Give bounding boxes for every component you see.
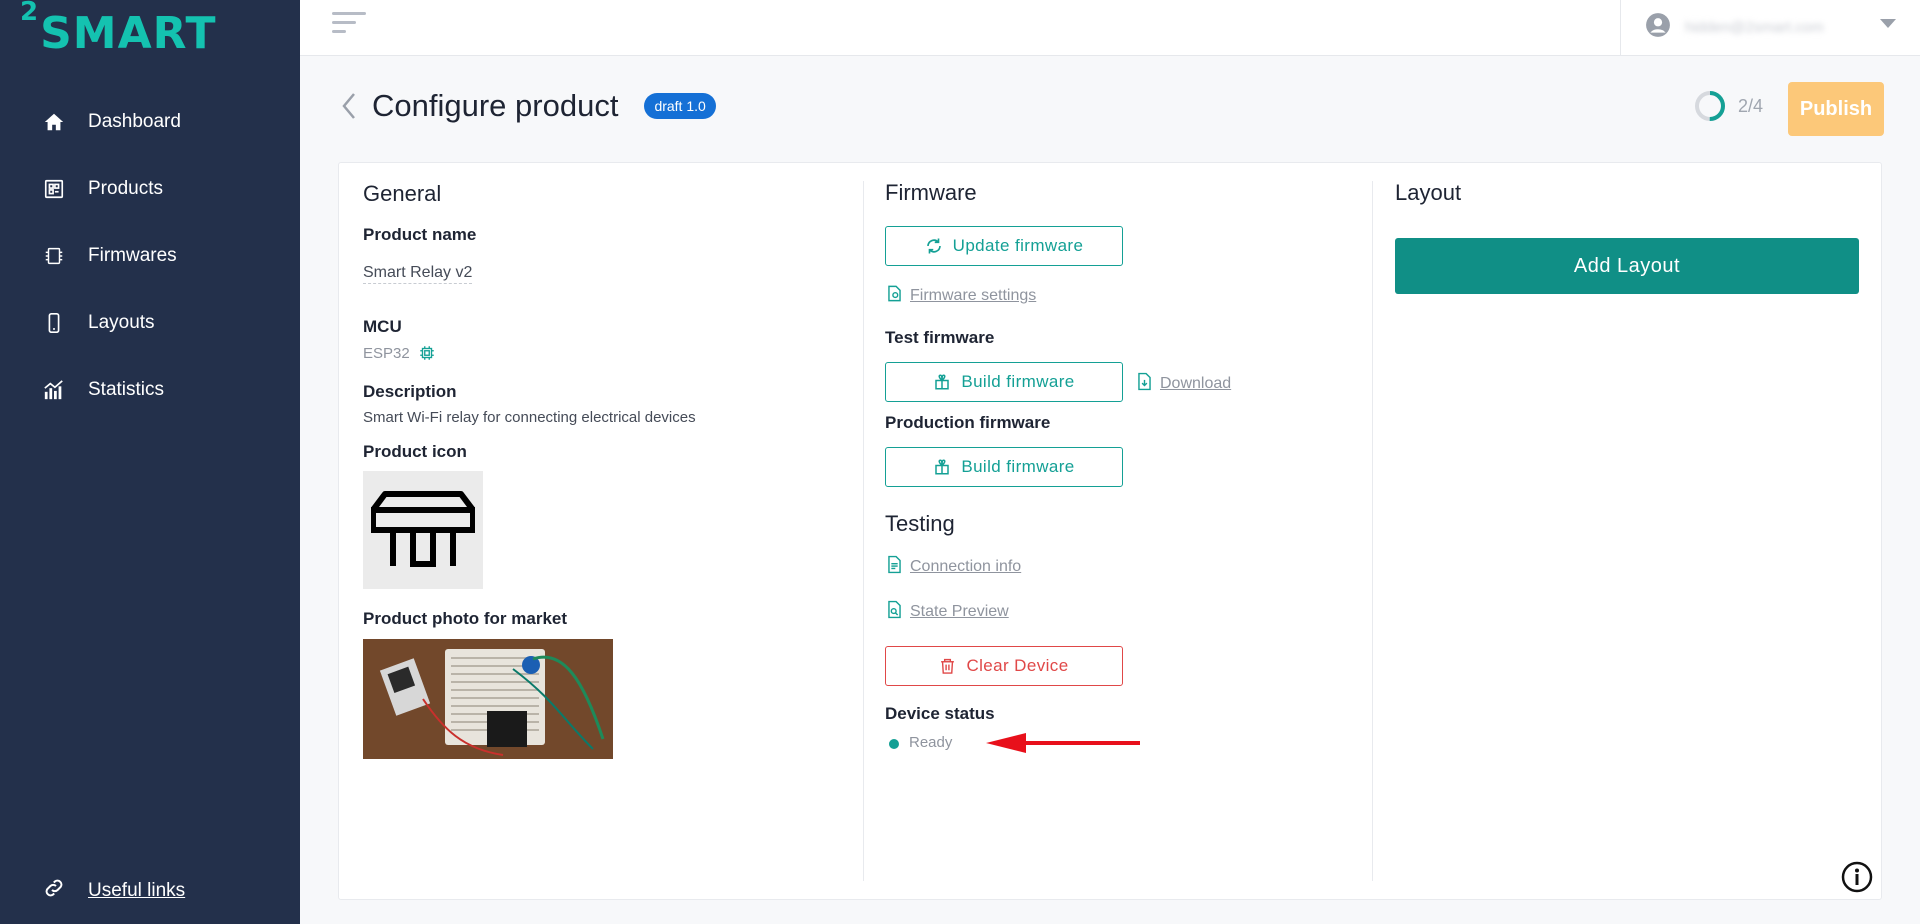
progress-indicator: 2/4 xyxy=(1694,90,1763,122)
chevron-down-icon[interactable] xyxy=(1880,19,1896,28)
clear-device-label: Clear Device xyxy=(966,656,1069,675)
sidebar-item-label: Firmwares xyxy=(88,244,177,266)
build-firmware-label: Build firmware xyxy=(961,457,1075,476)
phone-icon xyxy=(42,311,66,335)
logo[interactable]: 2SMART xyxy=(20,0,217,59)
sidebar-item-label: Dashboard xyxy=(88,110,181,132)
mcu-value: ESP32 xyxy=(363,344,436,362)
statistics-icon xyxy=(42,378,66,402)
settings-file-icon xyxy=(885,284,904,308)
status-dot xyxy=(889,739,899,749)
download-label: Download xyxy=(1160,375,1232,392)
add-layout-button[interactable]: Add Layout xyxy=(1395,238,1859,294)
back-chevron-icon[interactable] xyxy=(340,88,364,124)
connection-info-label: Connection info xyxy=(910,558,1022,575)
products-icon xyxy=(42,177,66,201)
progress-text: 2/4 xyxy=(1738,95,1764,116)
info-icon[interactable] xyxy=(1841,861,1873,898)
refresh-icon xyxy=(925,237,943,255)
account-icon xyxy=(1645,12,1671,43)
state-preview-link[interactable]: State Preview xyxy=(885,599,1009,625)
sidebar-item-dashboard[interactable]: Dashboard xyxy=(0,88,300,155)
preview-file-icon xyxy=(885,599,904,625)
production-firmware-label: Production firmware xyxy=(885,413,1051,432)
product-photo-label: Product photo for market xyxy=(363,609,568,628)
build-test-firmware-button[interactable]: Build firmware xyxy=(885,362,1123,402)
firmware-settings-label: Firmware settings xyxy=(910,287,1037,304)
page-title: Configure product xyxy=(372,88,619,123)
sidebar-item-label: Products xyxy=(88,177,163,199)
product-name-value[interactable]: Smart Relay v2 xyxy=(363,264,473,284)
device-status-value: Ready xyxy=(909,734,953,751)
publish-button[interactable]: Publish xyxy=(1788,82,1884,136)
mcu-text: ESP32 xyxy=(363,344,410,362)
document-icon xyxy=(885,554,904,580)
description-value[interactable]: Smart Wi-Fi relay for connecting electri… xyxy=(363,409,696,426)
useful-links-label[interactable]: Useful links xyxy=(88,880,185,902)
download-link[interactable]: Download xyxy=(1135,371,1231,397)
firmware-title: Firmware xyxy=(885,180,977,205)
build-icon xyxy=(933,458,951,476)
sidebar-item-label: Layouts xyxy=(88,311,155,333)
topbar: hidden@2smart.com xyxy=(300,0,1920,56)
user-menu[interactable]: hidden@2smart.com xyxy=(1620,0,1920,55)
link-icon xyxy=(42,876,66,905)
page-header: Configure product draft 1.0 xyxy=(340,84,716,128)
build-firmware-label: Build firmware xyxy=(961,372,1075,391)
sidebar-item-firmwares[interactable]: Firmwares xyxy=(0,222,300,289)
column-divider xyxy=(863,181,864,881)
sidebar-item-label: Statistics xyxy=(88,378,165,400)
update-firmware-label: Update firmware xyxy=(952,236,1084,255)
build-production-firmware-button[interactable]: Build firmware xyxy=(885,447,1123,487)
test-firmware-label: Test firmware xyxy=(885,328,995,347)
download-file-icon xyxy=(1135,371,1154,397)
relay-icon xyxy=(371,491,475,567)
product-icon-tile[interactable] xyxy=(363,471,483,589)
description-label: Description xyxy=(363,382,457,401)
clear-device-button[interactable]: Clear Device xyxy=(885,646,1123,686)
layout-title: Layout xyxy=(1395,180,1462,205)
column-divider xyxy=(1372,181,1373,881)
firmware-settings-link[interactable]: Firmware settings xyxy=(885,284,1036,308)
build-icon xyxy=(933,373,951,391)
state-preview-label: State Preview xyxy=(910,603,1009,620)
product-name-label: Product name xyxy=(363,225,477,244)
sidebar: 2SMART Dashboard Products Firmwares Layo… xyxy=(0,0,300,924)
chip-icon xyxy=(42,244,66,268)
menu-icon[interactable] xyxy=(332,12,366,38)
general-title: General xyxy=(363,181,442,206)
product-icon-label: Product icon xyxy=(363,442,467,461)
sidebar-item-layouts[interactable]: Layouts xyxy=(0,289,300,356)
product-photo[interactable] xyxy=(363,639,613,759)
user-email: hidden@2smart.com xyxy=(1685,19,1824,36)
trash-icon xyxy=(939,657,956,675)
progress-ring xyxy=(1695,91,1725,121)
testing-title: Testing xyxy=(885,511,955,536)
sidebar-item-products[interactable]: Products xyxy=(0,155,300,222)
home-icon xyxy=(42,110,66,134)
chip-icon xyxy=(418,344,436,362)
annotation-arrow xyxy=(986,731,1142,760)
useful-links[interactable]: Useful links xyxy=(42,876,185,905)
sidebar-nav: Dashboard Products Firmwares Layouts Sta… xyxy=(0,88,300,423)
update-firmware-button[interactable]: Update firmware xyxy=(885,226,1123,266)
sidebar-item-statistics[interactable]: Statistics xyxy=(0,356,300,423)
mcu-label: MCU xyxy=(363,317,402,336)
connection-info-link[interactable]: Connection info xyxy=(885,554,1021,580)
status-badge: draft 1.0 xyxy=(644,93,716,119)
device-status-label: Device status xyxy=(885,704,995,723)
